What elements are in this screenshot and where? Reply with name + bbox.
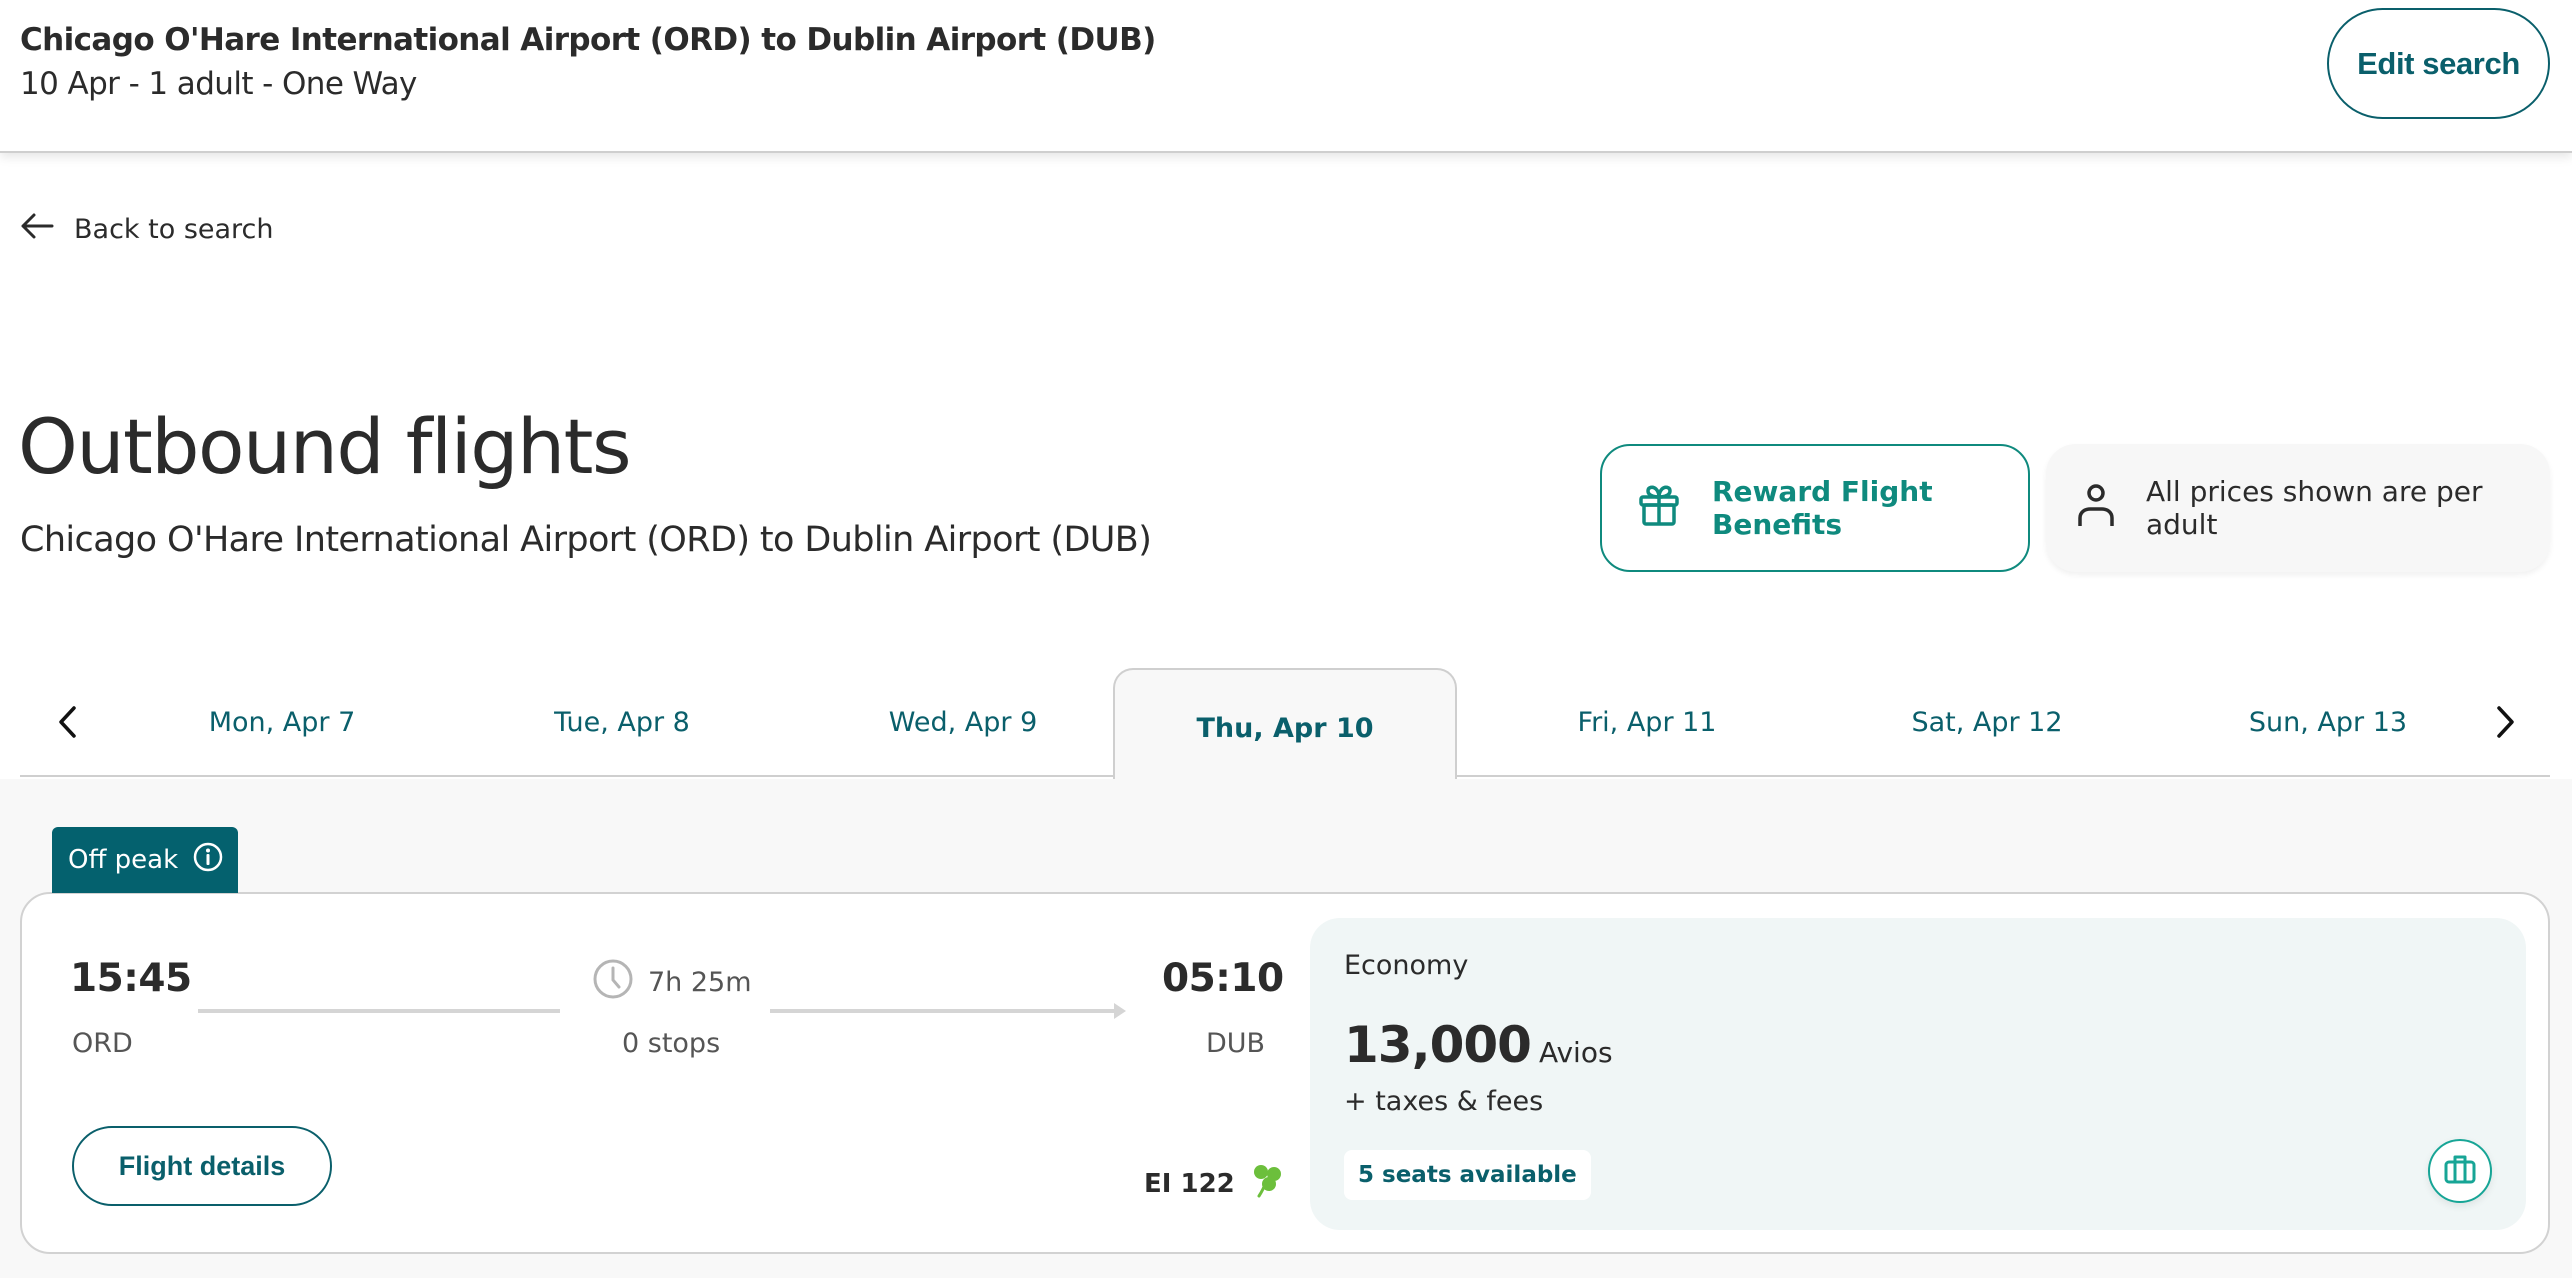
back-to-search-link[interactable]: Back to search: [20, 212, 274, 247]
back-to-search-label: Back to search: [74, 214, 274, 245]
route-line-right: [770, 1009, 1116, 1013]
previous-dates-button[interactable]: [48, 702, 88, 742]
arrival-time: 05:10: [1162, 956, 1284, 1001]
date-tab-mon-apr-7[interactable]: Mon, Apr 7: [112, 668, 452, 777]
date-tab-wed-apr-9[interactable]: Wed, Apr 9: [793, 668, 1133, 777]
arrow-left-icon: [20, 212, 54, 247]
baggage-info-button[interactable]: [2428, 1139, 2492, 1203]
header-route: Chicago O'Hare International Airport (OR…: [20, 22, 1156, 58]
reward-flight-benefits-label: Reward Flight Benefits: [1712, 475, 1933, 541]
arrival-code: DUB: [1206, 1028, 1266, 1059]
date-selector: Mon, Apr 7 Tue, Apr 8 Wed, Apr 9 Thu, Ap…: [20, 668, 2550, 779]
fare-price-unit: Avios: [1538, 1036, 1613, 1069]
person-icon: [2076, 482, 2116, 535]
fare-cabin: Economy: [1344, 950, 1469, 981]
departure-code: ORD: [72, 1028, 133, 1059]
edit-search-button[interactable]: Edit search: [2327, 8, 2550, 119]
next-dates-button[interactable]: [2485, 702, 2525, 742]
duration-label: 7h 25m: [648, 967, 752, 998]
stops-count: 0 stops: [622, 1028, 721, 1059]
page-subtitle: Chicago O'Hare International Airport (OR…: [20, 520, 1152, 560]
departure-time: 15:45: [70, 956, 192, 1001]
fare-price: 13,000 Avios: [1344, 1016, 1613, 1074]
route-arrow-icon: [1114, 1003, 1126, 1019]
chevron-right-icon: [2485, 706, 2525, 746]
route-line-left: [198, 1009, 560, 1013]
date-tab-sat-apr-12[interactable]: Sat, Apr 12: [1817, 668, 2157, 777]
flight-card: 15:45 ORD 7h 25m 0 stops 05:10 DUB Fligh…: [20, 892, 2550, 1254]
economy-fare-option[interactable]: Economy 13,000 Avios + taxes & fees 5 se…: [1310, 918, 2526, 1230]
gift-icon: [1636, 482, 1682, 535]
date-tab-fri-apr-11[interactable]: Fri, Apr 11: [1477, 668, 1817, 777]
per-adult-label: All prices shown are per adult: [2146, 475, 2483, 541]
date-tab-tue-apr-8[interactable]: Tue, Apr 8: [452, 668, 792, 777]
shamrock-icon: [1249, 1162, 1285, 1205]
luggage-icon: [2443, 1152, 2477, 1190]
fare-taxes: + taxes & fees: [1344, 1086, 1544, 1117]
fare-price-amount: 13,000: [1344, 1016, 1532, 1074]
flight-details-button[interactable]: Flight details: [72, 1126, 332, 1206]
page-title: Outbound flights: [18, 402, 632, 491]
flight-number: EI 122: [1144, 1162, 1285, 1205]
info-icon[interactable]: [192, 841, 224, 880]
flight-number-label: EI 122: [1144, 1168, 1235, 1199]
flight-duration: 7h 25m: [592, 958, 752, 1007]
reward-flight-benefits-button[interactable]: Reward Flight Benefits: [1600, 444, 2030, 572]
date-tab-sun-apr-13[interactable]: Sun, Apr 13: [2158, 668, 2498, 777]
clock-icon: [592, 958, 634, 1007]
off-peak-label: Off peak: [68, 845, 179, 875]
off-peak-badge: Off peak: [52, 827, 238, 893]
search-summary-header: Chicago O'Hare International Airport (OR…: [0, 0, 2572, 153]
date-tab-thu-apr-10[interactable]: Thu, Apr 10: [1113, 668, 1457, 779]
per-adult-notice: All prices shown are per adult: [2046, 444, 2550, 572]
header-summary: 10 Apr - 1 adult - One Way: [20, 66, 417, 102]
chevron-left-icon: [48, 706, 88, 746]
seats-available-badge: 5 seats available: [1344, 1150, 1591, 1200]
